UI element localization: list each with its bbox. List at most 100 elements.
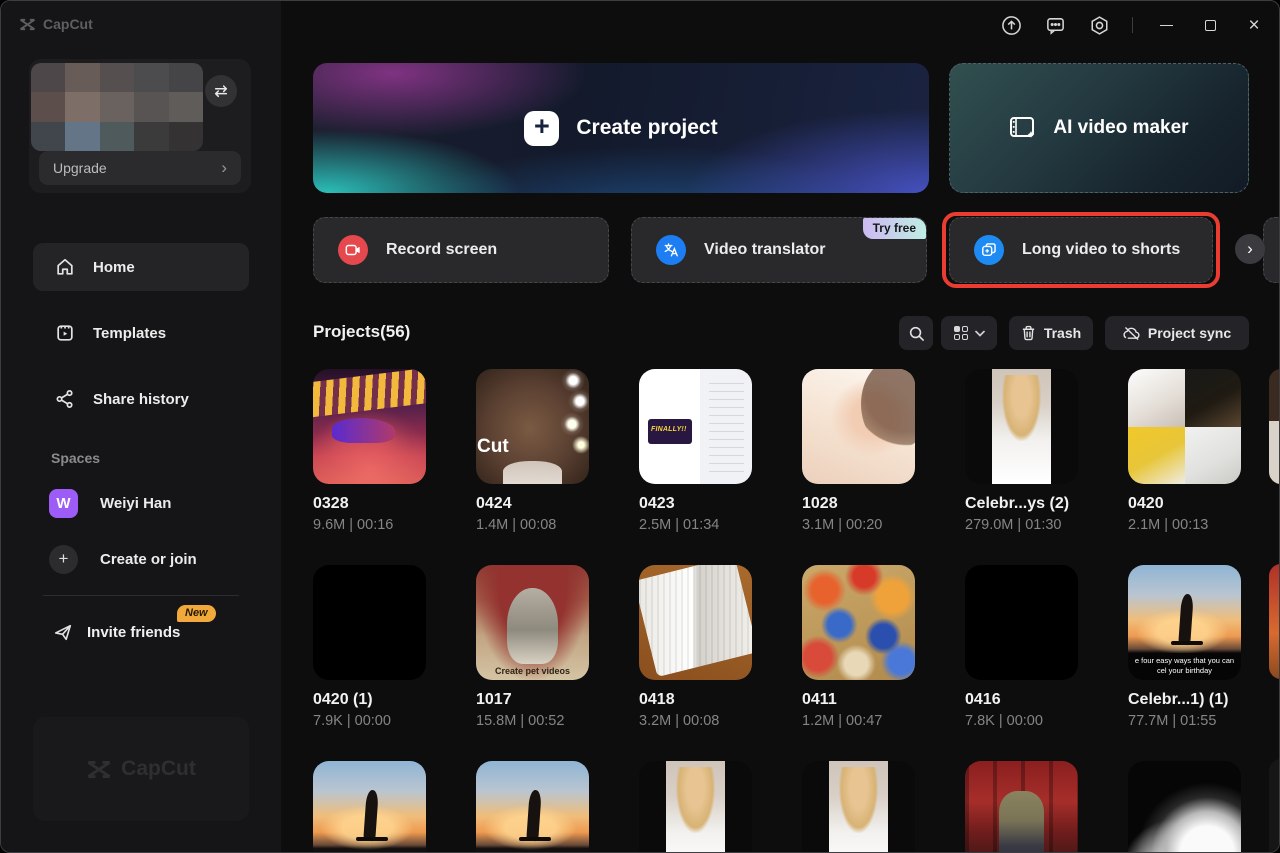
project-stats: 7.9K | 00:00 (313, 712, 426, 731)
project-thumbnail[interactable] (639, 761, 752, 853)
trash-label: Trash (1044, 325, 1081, 341)
home-icon (55, 257, 75, 277)
project-thumbnail[interactable]: FINALLY!! (639, 369, 752, 484)
close-button[interactable]: × (1243, 14, 1265, 36)
plus-icon: + (49, 545, 78, 574)
create-or-join-button[interactable]: + Create or join (33, 537, 249, 581)
member-name: Weiyi Han (100, 495, 171, 512)
project-card[interactable] (639, 761, 752, 853)
project-thumbnail[interactable] (802, 565, 915, 680)
video-translator-button[interactable]: Video translator Try free (631, 217, 927, 283)
view-mode-dropdown[interactable] (941, 316, 997, 350)
project-thumbnail[interactable] (965, 761, 1078, 853)
cloud-sync-off-icon (1123, 326, 1140, 341)
search-icon (908, 325, 925, 342)
project-card[interactable] (476, 761, 589, 853)
project-card[interactable] (313, 761, 426, 853)
project-name: 0420 (1) (313, 689, 426, 710)
project-stats: 2.5M | 01:34 (639, 516, 752, 535)
chevron-right-icon: › (221, 158, 227, 178)
project-thumbnail[interactable] (313, 761, 426, 853)
tools-next-button[interactable]: › (1235, 234, 1265, 264)
sidebar-item-label: Home (93, 259, 135, 276)
shorts-icon (974, 235, 1004, 265)
sidebar-item-share-history[interactable]: Share history (33, 375, 249, 423)
project-card[interactable]: 0416 7.8K | 00:00 (965, 565, 1078, 731)
project-thumbnail-partial[interactable] (1269, 564, 1280, 679)
project-stats: 9.6M | 00:16 (313, 516, 426, 535)
switch-account-button[interactable] (205, 75, 237, 107)
project-card[interactable]: e four easy ways that you can cel your b… (1128, 565, 1241, 731)
project-card[interactable] (1128, 761, 1241, 853)
project-thumbnail[interactable]: e four easy ways that you can cel your b… (1128, 565, 1241, 680)
invite-friends-label: Invite friends (87, 624, 180, 641)
project-thumbnail[interactable] (639, 565, 752, 680)
project-name: 1017 (476, 689, 589, 710)
swap-icon (213, 84, 229, 98)
sidebar-item-home[interactable]: Home (33, 243, 249, 291)
profile-card[interactable]: Upgrade › (29, 59, 251, 193)
project-card[interactable]: 0328 9.6M | 00:16 (313, 369, 426, 535)
project-thumbnail[interactable] (313, 565, 426, 680)
record-screen-label: Record screen (386, 241, 497, 259)
project-stats: 3.1M | 00:20 (802, 516, 915, 535)
project-sync-button[interactable]: Project sync (1105, 316, 1249, 350)
avatar (31, 63, 203, 151)
record-screen-button[interactable]: Record screen (313, 217, 609, 283)
next-tool-card-partial[interactable] (1263, 217, 1280, 283)
project-thumbnail-partial[interactable] (1269, 369, 1280, 484)
project-card[interactable]: Cut 0424 1.4M | 00:08 (476, 369, 589, 535)
ai-video-maker-button[interactable]: AI video maker (949, 63, 1249, 193)
thumbnail-overlay-text: Create pet videos (476, 666, 589, 676)
project-thumbnail[interactable] (802, 369, 915, 484)
project-card[interactable]: 0418 3.2M | 00:08 (639, 565, 752, 731)
project-name: 0328 (313, 493, 426, 514)
project-card[interactable] (965, 761, 1078, 853)
settings-icon[interactable] (1088, 14, 1110, 36)
project-card[interactable]: FINALLY!! 0423 2.5M | 01:34 (639, 369, 752, 535)
capcut-watermark-icon (86, 760, 112, 779)
paper-plane-icon (53, 622, 73, 642)
project-card[interactable]: 0420 2.1M | 00:13 (1128, 369, 1241, 535)
upgrade-label: Upgrade (53, 160, 107, 176)
sidebar-item-label: Share history (93, 391, 189, 408)
upgrade-button[interactable]: Upgrade › (39, 151, 241, 185)
project-card[interactable]: 0420 (1) 7.9K | 00:00 (313, 565, 426, 731)
maximize-button[interactable] (1199, 14, 1221, 36)
chevron-right-icon: › (1247, 239, 1253, 259)
project-card[interactable]: Celebr...ys (2) 279.0M | 01:30 (965, 369, 1078, 535)
project-thumbnail[interactable]: Create pet videos (476, 565, 589, 680)
watermark-text: CapCut (121, 757, 196, 781)
project-thumbnail[interactable] (965, 565, 1078, 680)
create-or-join-label: Create or join (100, 551, 197, 568)
create-project-label: Create project (576, 116, 717, 140)
trash-button[interactable]: Trash (1009, 316, 1093, 350)
project-thumbnail[interactable]: Cut (476, 369, 589, 484)
search-button[interactable] (899, 316, 933, 350)
project-thumbnail-partial[interactable] (1269, 759, 1280, 853)
record-screen-icon (338, 235, 368, 265)
project-card[interactable]: Create pet videos 1017 15.8M | 00:52 (476, 565, 589, 731)
project-thumbnail[interactable] (476, 761, 589, 853)
project-thumbnail[interactable] (313, 369, 426, 484)
projects-grid: 0328 9.6M | 00:16 Cut 0424 1.4M | 00:08 … (313, 369, 1241, 853)
project-card[interactable]: 1028 3.1M | 00:20 (802, 369, 915, 535)
project-thumbnail[interactable] (965, 369, 1078, 484)
export-icon[interactable] (1000, 14, 1022, 36)
thumbnail-watermark-text: Cut (477, 436, 509, 458)
create-project-button[interactable]: + Create project (313, 63, 929, 193)
space-item-member[interactable]: W Weiyi Han (33, 481, 249, 525)
project-stats: 1.2M | 00:47 (802, 712, 915, 731)
feedback-icon[interactable] (1044, 14, 1066, 36)
minimize-button[interactable] (1155, 14, 1177, 36)
invite-friends-button[interactable]: Invite friends (33, 609, 249, 655)
project-thumbnail[interactable] (1128, 761, 1241, 853)
sidebar-item-templates[interactable]: Templates (33, 309, 249, 357)
long-video-to-shorts-button[interactable]: Long video to shorts (949, 217, 1213, 283)
project-card[interactable] (802, 761, 915, 853)
project-thumbnail[interactable] (1128, 369, 1241, 484)
project-thumbnail[interactable] (802, 761, 915, 853)
project-stats: 2.1M | 00:13 (1128, 516, 1241, 535)
project-name: 0420 (1128, 493, 1241, 514)
project-card[interactable]: 0411 1.2M | 00:47 (802, 565, 915, 731)
